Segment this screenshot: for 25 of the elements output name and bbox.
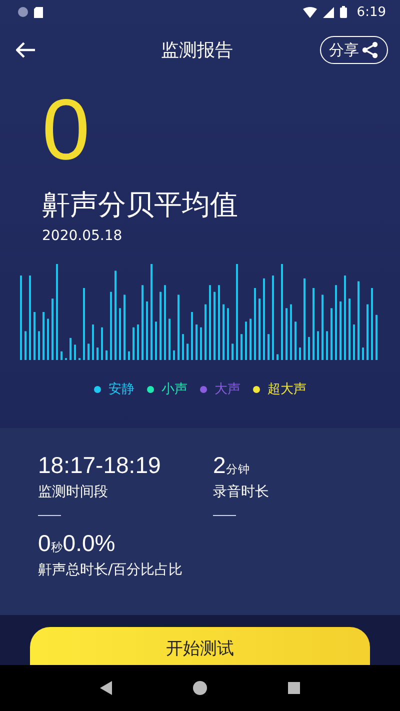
legend-label: 小声 <box>162 381 188 398</box>
back-nav-icon[interactable] <box>100 681 112 695</box>
share-icon <box>361 41 379 59</box>
wifi-icon <box>302 6 317 18</box>
back-arrow-icon[interactable] <box>16 42 36 58</box>
battery-icon <box>340 6 347 18</box>
share-button[interactable]: 分享 <box>320 36 388 64</box>
report-date: 2020.05.18 <box>42 228 124 244</box>
recents-nav-icon[interactable] <box>288 682 300 694</box>
page-title: 监测报告 <box>161 39 233 62</box>
stat-label: 鼾声总时长/百分比占比 <box>38 561 184 579</box>
stat-label: 监测时间段 <box>38 483 109 501</box>
signal-icon <box>322 6 334 18</box>
stat-label: 录音时长 <box>213 483 270 501</box>
legend-label: 安静 <box>108 381 134 398</box>
status-time: 6:19 <box>356 4 386 20</box>
stat-value: 18:17-18:19 <box>38 452 162 479</box>
start-test-button[interactable]: 开始测试 <box>30 627 370 665</box>
average-title: 鼾声分贝平均值 <box>42 187 239 223</box>
score-value: 0 <box>42 88 91 172</box>
legend-label: 超大声 <box>268 381 306 398</box>
sd-card-icon <box>34 6 43 18</box>
legend-label: 大声 <box>214 381 240 398</box>
home-nav-icon[interactable] <box>192 681 207 695</box>
notification-dot-icon <box>18 7 28 17</box>
